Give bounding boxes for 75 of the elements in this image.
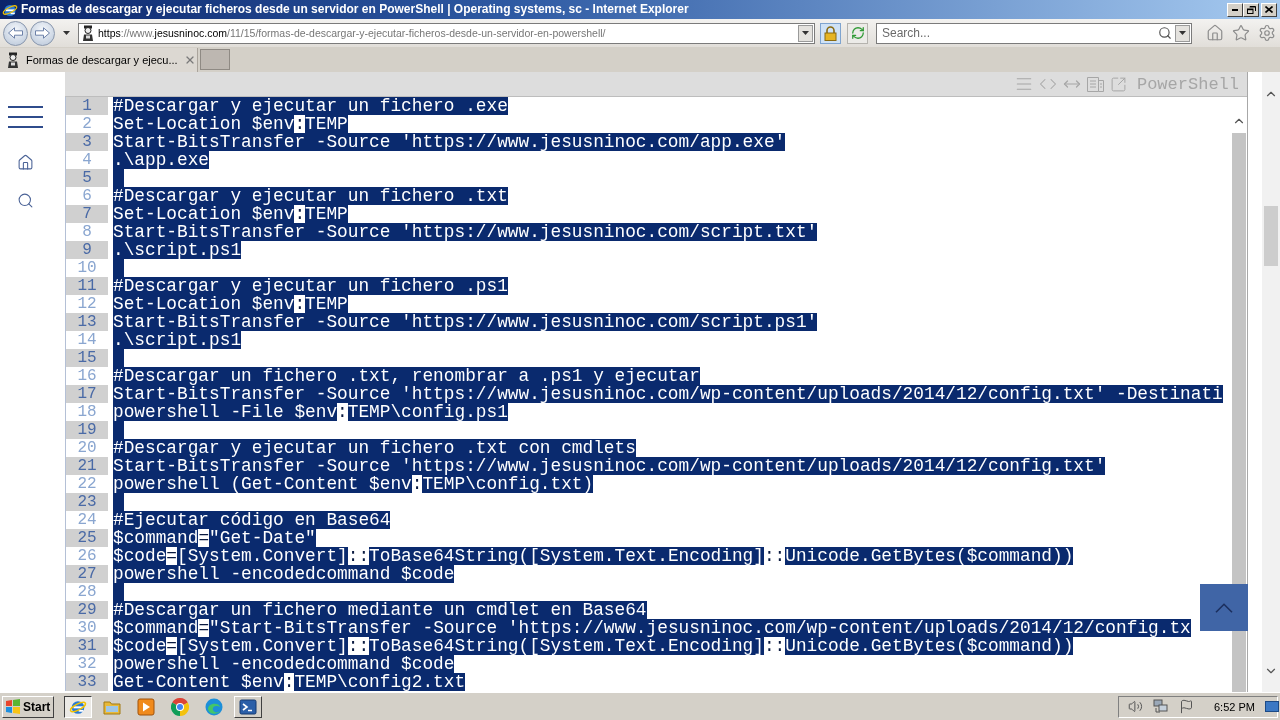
line-number: 15 [65, 349, 108, 367]
line-number: 5 [65, 169, 108, 187]
line-number: 13 [65, 313, 108, 331]
browser-tab[interactable]: Formas de descargar y ejecu... [0, 48, 198, 72]
line-number: 9 [65, 241, 108, 259]
line-number: 17 [65, 385, 108, 403]
network-icon[interactable] [1153, 699, 1169, 714]
chevron-up-icon [1215, 602, 1233, 613]
line-number: 33 [65, 673, 108, 691]
address-dropdown-button[interactable] [798, 24, 813, 42]
terminal-icon [239, 697, 257, 716]
line-number: 25 [65, 529, 108, 547]
line-number: 21 [65, 457, 108, 475]
favorites-star-icon[interactable] [1232, 24, 1250, 42]
line-number: 7 [65, 205, 108, 223]
line-number: 1 [65, 97, 108, 115]
caret-icon [1179, 31, 1186, 35]
line-number: 27 [65, 565, 108, 583]
restore-button[interactable] [1243, 2, 1259, 17]
refresh-button[interactable] [847, 22, 868, 44]
minimize-button[interactable] [1227, 2, 1243, 17]
line-number: 3 [65, 133, 108, 151]
refresh-icon [850, 26, 865, 40]
restore-icon [1246, 5, 1256, 14]
close-icon [1265, 6, 1273, 13]
forward-button[interactable] [30, 20, 55, 46]
window-title: Formas de descargar y ejecutar ficheros desde un servidor en PowerShell | Operating systems, sc - Internet Explorer [21, 1, 690, 18]
code-line: Set-Location $env:TEMP [113, 295, 348, 313]
code-line: Get-Content $env:TEMP\config2.txt [113, 673, 466, 691]
code-line: $code=[System.Convert]::ToBase64String([System.Text.Encoding]::Unicode.GetBytes($command)) [113, 637, 1074, 655]
line-number: 31 [65, 637, 108, 655]
settings-icon[interactable] [1258, 24, 1276, 42]
home-icon[interactable] [17, 154, 34, 171]
minimize-icon [1232, 8, 1238, 11]
person-icon [6, 52, 20, 68]
close-button[interactable] [1261, 2, 1277, 17]
search-icon[interactable] [17, 192, 34, 209]
caret-icon [62, 31, 70, 35]
code-line: $command="Get-Date" [113, 529, 316, 547]
scrollbar-thumb[interactable] [1264, 206, 1278, 266]
speaker-icon[interactable] [1128, 699, 1143, 714]
search-icon[interactable] [1158, 26, 1172, 40]
back-button[interactable] [3, 20, 28, 46]
line-number: 11 [65, 277, 108, 295]
caret-icon [802, 31, 809, 35]
code-line: $command="Start-BitsTransfer -Source 'https://www.jesusninoc.com/wp-content/uploads/2014/12/config.tx [113, 619, 1191, 637]
line-number: 29 [65, 601, 108, 619]
taskbar-button[interactable] [64, 695, 92, 718]
code-line: powershell -File $env:TEMP\config.ps1 [113, 403, 508, 421]
line-number: 23 [65, 493, 108, 511]
play-icon [137, 697, 155, 716]
code-line: powershell (Get-Content $env:TEMP\config.txt) [113, 475, 594, 493]
code-line: Set-Location $env:TEMP [113, 205, 348, 223]
clock: 6:52 PM [1214, 700, 1255, 713]
scrollbar-thumb[interactable] [1232, 133, 1246, 692]
arrow-left-icon [8, 27, 23, 39]
person-icon [81, 25, 95, 41]
lock-button[interactable] [820, 22, 841, 44]
windows-flag-icon [5, 699, 21, 714]
show-desktop-icon[interactable] [1264, 701, 1279, 712]
swirl-icon [205, 697, 223, 716]
code-line: Set-Location $env:TEMP [113, 115, 348, 133]
page-scrollbar[interactable] [1262, 72, 1280, 692]
arrow-right-icon [35, 27, 50, 39]
tricolor-circle-icon [171, 697, 189, 716]
code-line: $code=[System.Convert]::ToBase64String([System.Text.Encoding]::Unicode.GetBytes($command)) [113, 547, 1074, 565]
line-number: 19 [65, 421, 108, 439]
folder-icon [103, 698, 121, 715]
address-field[interactable]: https://www.jesusninoc.com/11/15/formas-de-descargar-y-ejecutar-ficheros-desde-un-servidor-en-powershell/ [78, 22, 815, 44]
home-icon[interactable] [1206, 24, 1224, 42]
menu-icon[interactable] [8, 106, 43, 128]
padlock-icon [824, 25, 837, 41]
flag-icon[interactable] [1179, 699, 1194, 714]
search-field[interactable]: Search... [876, 22, 1192, 44]
start-button[interactable]: Start [2, 695, 54, 718]
